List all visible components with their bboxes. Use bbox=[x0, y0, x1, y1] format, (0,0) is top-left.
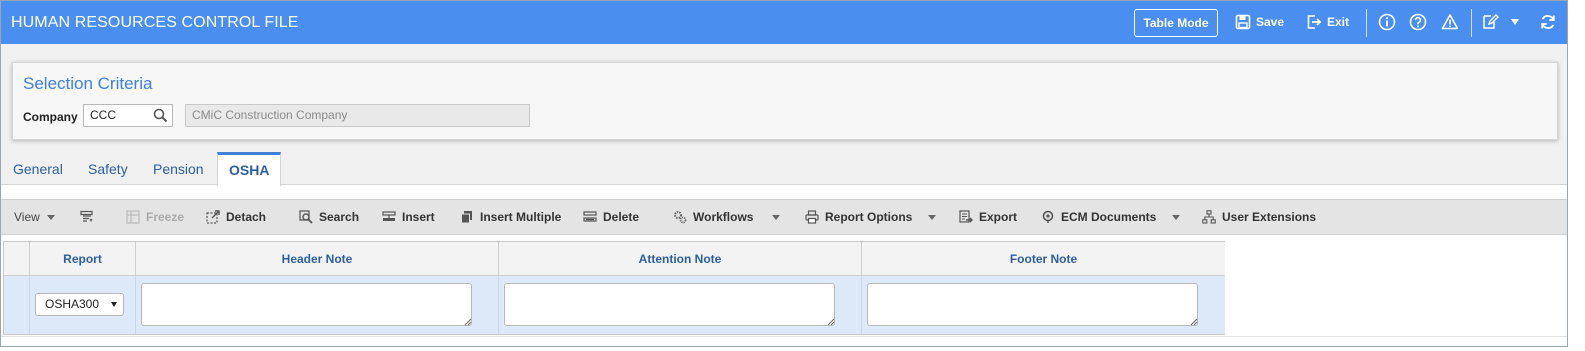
column-header-attention-note[interactable]: Attention Note bbox=[499, 242, 862, 276]
freeze-icon bbox=[126, 210, 140, 224]
search-icon[interactable] bbox=[153, 108, 168, 123]
report-options-label: Report Options bbox=[825, 210, 913, 224]
view-label: View bbox=[14, 210, 40, 224]
tab-bar: General Safety Pension OSHA bbox=[1, 152, 1567, 186]
warning-icon[interactable] bbox=[1441, 13, 1459, 31]
header-divider bbox=[1471, 9, 1472, 37]
table-row-cell-report: OSHA300 bbox=[30, 276, 136, 334]
insert-multiple-button[interactable]: Insert Multiple bbox=[460, 200, 561, 234]
row-selector[interactable] bbox=[4, 276, 30, 334]
ecm-documents-button[interactable]: ECM Documents bbox=[1041, 200, 1156, 234]
save-label: Save bbox=[1256, 15, 1285, 29]
tab-general[interactable]: General bbox=[2, 152, 74, 185]
app-header: HUMAN RESOURCES CONTROL FILE Table Mode … bbox=[1, 1, 1567, 44]
info-icon[interactable] bbox=[1378, 13, 1396, 31]
resize-grip-icon[interactable] bbox=[827, 318, 835, 326]
user-extensions-button[interactable]: User Extensions bbox=[1202, 200, 1316, 234]
selection-criteria-panel: Selection Criteria Company CCC CMiC Cons… bbox=[12, 62, 1558, 140]
detach-icon bbox=[206, 210, 220, 224]
freeze-label: Freeze bbox=[146, 210, 185, 224]
company-input[interactable]: CCC bbox=[83, 104, 173, 127]
chevron-down-icon[interactable] bbox=[1509, 17, 1521, 27]
column-header-header-note[interactable]: Header Note bbox=[136, 242, 499, 276]
refresh-icon[interactable] bbox=[1539, 13, 1557, 31]
insert-button[interactable]: Insert bbox=[382, 200, 435, 234]
content-divider bbox=[1, 336, 1567, 337]
workflows-dropdown-caret[interactable] bbox=[772, 215, 780, 220]
user-extensions-label: User Extensions bbox=[1222, 210, 1317, 224]
exit-button[interactable]: Exit bbox=[1306, 14, 1349, 30]
column-header-footer-note[interactable]: Footer Note bbox=[862, 242, 1225, 276]
delete-label: Delete bbox=[603, 210, 640, 224]
table-row-cell-header-note bbox=[136, 276, 499, 334]
insert-multiple-icon bbox=[461, 211, 472, 224]
query-by-example-button[interactable] bbox=[80, 200, 94, 234]
save-button[interactable]: Save bbox=[1235, 14, 1284, 30]
freeze-button[interactable]: Freeze bbox=[126, 200, 184, 234]
resize-grip-icon[interactable] bbox=[1190, 318, 1198, 326]
view-menu[interactable]: View bbox=[14, 200, 40, 234]
export-icon bbox=[959, 210, 973, 223]
tab-pension[interactable]: Pension bbox=[142, 152, 215, 185]
help-icon[interactable] bbox=[1409, 13, 1427, 31]
printer-icon bbox=[805, 210, 819, 224]
app-window: HUMAN RESOURCES CONTROL FILE Table Mode … bbox=[0, 0, 1568, 347]
delete-row-icon bbox=[583, 211, 597, 222]
company-label: Company bbox=[23, 110, 78, 124]
search-button[interactable]: Search bbox=[299, 200, 359, 234]
header-note-textarea[interactable] bbox=[141, 283, 472, 326]
gears-icon bbox=[674, 211, 687, 224]
tab-safety[interactable]: Safety bbox=[77, 152, 139, 185]
insert-row-icon bbox=[382, 211, 396, 221]
detach-button[interactable]: Detach bbox=[206, 200, 266, 234]
workflows-button[interactable]: Workflows bbox=[673, 200, 753, 234]
workflows-label: Workflows bbox=[693, 210, 754, 224]
exit-icon bbox=[1307, 15, 1322, 29]
company-name-field: CMiC Construction Company bbox=[185, 104, 530, 127]
attention-note-textarea[interactable] bbox=[504, 283, 835, 326]
table-row-cell-attention-note bbox=[499, 276, 862, 334]
chevron-down-icon bbox=[111, 302, 117, 307]
page-title: HUMAN RESOURCES CONTROL FILE bbox=[11, 14, 299, 31]
edit-icon[interactable] bbox=[1481, 13, 1499, 31]
table-mode-button[interactable]: Table Mode bbox=[1134, 9, 1218, 37]
insert-multiple-label: Insert Multiple bbox=[480, 210, 562, 224]
tab-osha[interactable]: OSHA bbox=[217, 152, 282, 186]
ecm-documents-dropdown-caret[interactable] bbox=[1172, 215, 1180, 220]
search-label: Search bbox=[319, 210, 360, 224]
report-options-button[interactable]: Report Options bbox=[805, 200, 912, 234]
delete-button[interactable]: Delete bbox=[583, 200, 639, 234]
export-label: Export bbox=[979, 210, 1018, 224]
criteria-area: Selection Criteria Company CCC CMiC Cons… bbox=[1, 44, 1567, 152]
grid-toolbar: View Freeze Detach Search Insert Insert … bbox=[1, 199, 1567, 235]
search-icon bbox=[299, 210, 313, 224]
resize-grip-icon[interactable] bbox=[464, 318, 472, 326]
selection-criteria-title: Selection Criteria bbox=[23, 74, 153, 93]
export-button[interactable]: Export bbox=[959, 200, 1017, 234]
column-header-report[interactable]: Report bbox=[30, 242, 136, 276]
report-options-dropdown-caret[interactable] bbox=[928, 215, 936, 220]
osha-grid: Report Header Note Attention Note Footer… bbox=[3, 241, 1225, 335]
footer-note-textarea[interactable] bbox=[867, 283, 1198, 326]
view-dropdown-caret[interactable] bbox=[47, 215, 55, 220]
row-selector-header bbox=[4, 242, 30, 276]
detach-label: Detach bbox=[226, 210, 267, 224]
company-value: CCC bbox=[90, 108, 116, 122]
table-row-cell-footer-note bbox=[862, 276, 1225, 334]
hierarchy-icon bbox=[1202, 210, 1216, 224]
ecm-documents-label: ECM Documents bbox=[1061, 210, 1157, 224]
filter-icon bbox=[80, 210, 93, 222]
exit-label: Exit bbox=[1327, 15, 1350, 29]
report-select[interactable]: OSHA300 bbox=[35, 293, 124, 316]
insert-label: Insert bbox=[402, 210, 435, 224]
header-divider bbox=[1366, 9, 1367, 37]
ecm-documents-icon bbox=[1042, 210, 1054, 223]
save-icon bbox=[1235, 14, 1251, 30]
report-select-value: OSHA300 bbox=[45, 297, 100, 311]
